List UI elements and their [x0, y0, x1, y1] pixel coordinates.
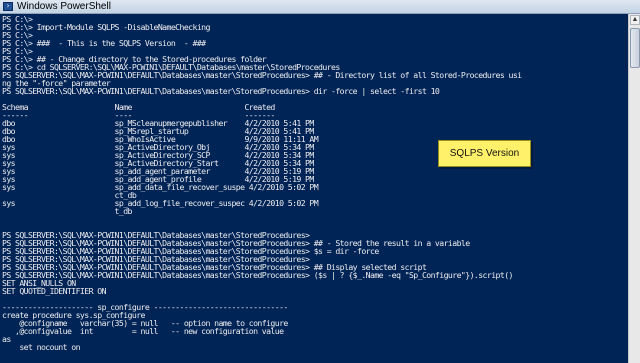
console-line: t_db [2, 206, 133, 216]
console-output[interactable]: PS C:\> PS C:\> Import-Module SQLPS -Disa… [0, 14, 628, 363]
console-line: PS SQLSERVER:\SQL\MAX-PCWIN1\DEFAULT\Dat… [2, 270, 513, 280]
powershell-icon: › [3, 2, 13, 11]
console-line: PS C:\> ### - This is the SQLPS Version … [2, 38, 206, 48]
window-title: Windows PowerShell [17, 1, 111, 12]
console-line: ,@configvalue int = null -- new configur… [2, 326, 284, 336]
sqlps-version-callout: SQLPS Version [438, 140, 531, 167]
scrollbar-thumb[interactable] [630, 28, 640, 68]
console-line: SET QUOTED_IDENTIFIER ON [2, 286, 107, 296]
console-line: set nocount on [2, 342, 80, 352]
scroll-up-arrow-icon[interactable]: ▲ [630, 15, 640, 25]
console-line: PS C:\> Import-Module SQLPS -DisableName… [2, 22, 210, 32]
console-line: PS SQLSERVER:\SQL\MAX-PCWIN1\DEFAULT\Dat… [2, 86, 440, 96]
vertical-scrollbar[interactable]: ▲ [628, 14, 640, 363]
window-titlebar[interactable]: › Windows PowerShell [0, 0, 640, 14]
